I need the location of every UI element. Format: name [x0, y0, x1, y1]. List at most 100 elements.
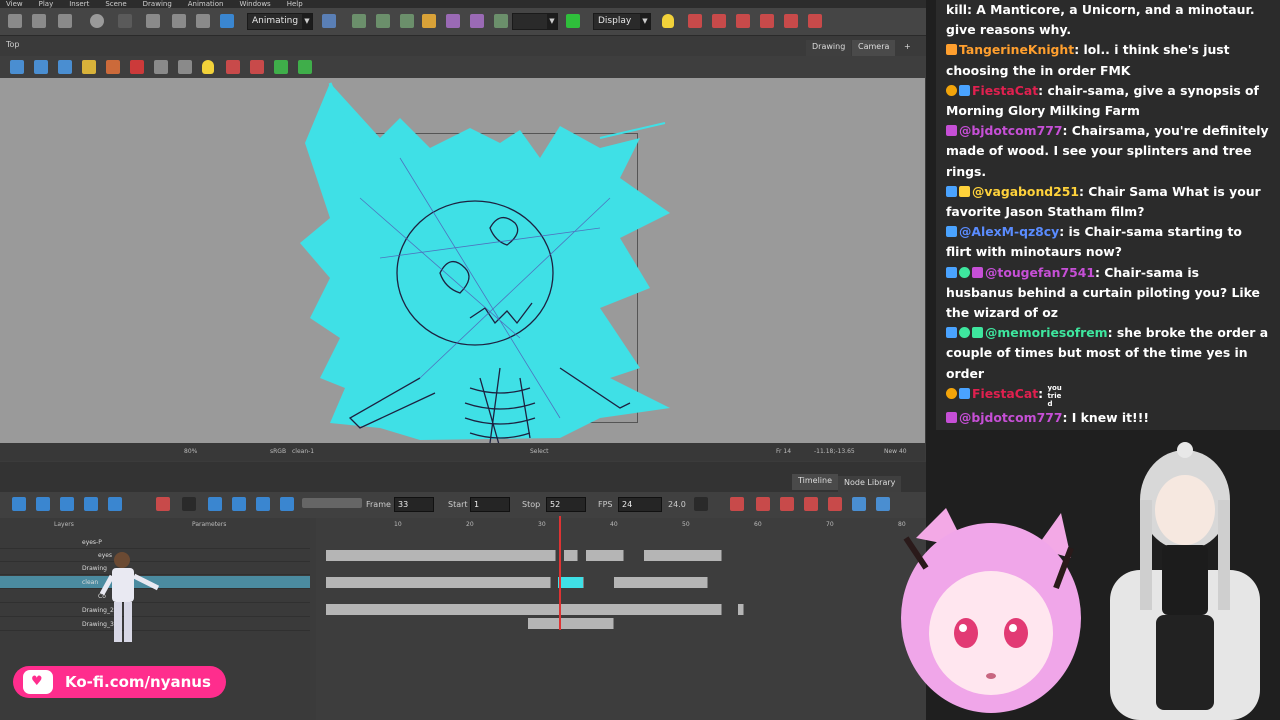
- last-frame-icon[interactable]: [108, 497, 122, 511]
- chat-username[interactable]: FiestaCat: [972, 386, 1038, 401]
- ease-select[interactable]: [694, 497, 708, 511]
- stop-field[interactable]: 52: [546, 497, 586, 512]
- view-tool-icon[interactable]: [10, 60, 24, 74]
- bone-icon[interactable]: [400, 14, 414, 28]
- curve-3-icon[interactable]: [780, 497, 794, 511]
- loop-icon[interactable]: [232, 497, 246, 511]
- eraser-icon[interactable]: [154, 60, 168, 74]
- key-all-icon[interactable]: [784, 14, 798, 28]
- playback-mode-icon[interactable]: [208, 497, 222, 511]
- contour-tool-icon[interactable]: [58, 60, 72, 74]
- next-frame-icon[interactable]: [84, 497, 98, 511]
- sound-icon[interactable]: [256, 497, 270, 511]
- onion-prev-icon[interactable]: [712, 14, 726, 28]
- layout-icon[interactable]: [322, 14, 336, 28]
- start-field[interactable]: 1: [470, 497, 510, 512]
- scene-icon[interactable]: [58, 14, 72, 28]
- paste-icon[interactable]: [196, 14, 210, 28]
- exposure[interactable]: [614, 577, 708, 588]
- save-all-icon[interactable]: [32, 14, 46, 28]
- menu-play[interactable]: Play: [39, 0, 54, 8]
- menu-scene[interactable]: Scene: [105, 0, 126, 8]
- chat-username[interactable]: @bjdotcom777: [959, 123, 1062, 138]
- chat-username[interactable]: @memoriesofrem: [985, 325, 1108, 340]
- onion-green-icon[interactable]: [274, 60, 288, 74]
- onion-key-2-icon[interactable]: [250, 60, 264, 74]
- add-tab-icon[interactable]: +: [898, 40, 917, 56]
- playhead[interactable]: [559, 516, 561, 630]
- light-table-icon[interactable]: [202, 60, 214, 74]
- exposure[interactable]: [644, 550, 722, 561]
- mode-select[interactable]: Animating ▼: [247, 13, 313, 30]
- zoom-readout[interactable]: 80%: [184, 448, 197, 455]
- lightbulb-icon[interactable]: [662, 14, 674, 28]
- pencil-icon[interactable]: [130, 60, 144, 74]
- menu-help[interactable]: Help: [287, 0, 303, 8]
- exposure[interactable]: [528, 618, 614, 629]
- grid-icon[interactable]: [494, 14, 508, 28]
- redo-icon[interactable]: [118, 14, 132, 28]
- copy-icon[interactable]: [172, 14, 186, 28]
- frame-field[interactable]: 33: [394, 497, 434, 512]
- curve-4-icon[interactable]: [804, 497, 818, 511]
- save-icon[interactable]: [8, 14, 22, 28]
- tab-drawing[interactable]: Drawing: [806, 40, 852, 56]
- curve-5-icon[interactable]: [828, 497, 842, 511]
- record-icon[interactable]: [156, 497, 170, 511]
- curve-icon[interactable]: [730, 497, 744, 511]
- onion-green-2-icon[interactable]: [298, 60, 312, 74]
- chat-username[interactable]: @bjdotcom777: [959, 410, 1062, 425]
- deform-icon[interactable]: [446, 14, 460, 28]
- exposure[interactable]: [564, 550, 578, 561]
- exposure[interactable]: [326, 577, 551, 588]
- tab-node-library[interactable]: Node Library: [838, 476, 902, 492]
- exposure[interactable]: [738, 604, 744, 615]
- menu-insert[interactable]: Insert: [69, 0, 89, 8]
- transform-icon[interactable]: [352, 14, 366, 28]
- bounding-box-icon[interactable]: [422, 14, 436, 28]
- onion-next-icon[interactable]: [736, 14, 750, 28]
- tab-timeline[interactable]: Timeline: [792, 474, 839, 490]
- render-icon[interactable]: [566, 14, 580, 28]
- key-reset-icon[interactable]: [808, 14, 822, 28]
- stamp-icon[interactable]: [178, 60, 192, 74]
- chat-username[interactable]: @vagabond251: [972, 184, 1079, 199]
- exposure[interactable]: [586, 550, 624, 561]
- exposure-selected[interactable]: [558, 577, 584, 588]
- node-view-icon[interactable]: [852, 497, 866, 511]
- undo-icon[interactable]: [90, 14, 104, 28]
- chat-username[interactable]: FiestaCat: [972, 83, 1038, 98]
- lock-icon[interactable]: [82, 60, 96, 74]
- chat-username[interactable]: TangerineKnight: [959, 42, 1074, 57]
- play-icon[interactable]: [60, 497, 74, 511]
- menu-drawing[interactable]: Drawing: [143, 0, 172, 8]
- workspace-icon[interactable]: [220, 14, 234, 28]
- cursor-icon[interactable]: [182, 497, 196, 511]
- peg-icon[interactable]: [470, 14, 484, 28]
- onion-skin-icon[interactable]: [688, 14, 702, 28]
- playback-speed-slider[interactable]: [302, 498, 362, 508]
- select-tool-icon[interactable]: [34, 60, 48, 74]
- tab-camera[interactable]: Camera: [852, 40, 896, 56]
- sound-scrub-icon[interactable]: [280, 497, 294, 511]
- first-frame-icon[interactable]: [12, 497, 26, 511]
- brush-icon[interactable]: [106, 60, 120, 74]
- menu-view[interactable]: View: [6, 0, 23, 8]
- display-select[interactable]: Display ▼: [593, 13, 651, 30]
- prev-frame-icon[interactable]: [36, 497, 50, 511]
- exposure[interactable]: [326, 550, 556, 561]
- onion-key-icon[interactable]: [226, 60, 240, 74]
- fps-field[interactable]: 24: [618, 497, 662, 512]
- key-icon[interactable]: [760, 14, 774, 28]
- chat-username[interactable]: @tougefan7541: [985, 265, 1095, 280]
- chat-username[interactable]: @AlexM-qz8cy: [959, 224, 1059, 239]
- cut-icon[interactable]: [146, 14, 160, 28]
- exposure[interactable]: [326, 604, 722, 615]
- menu-animation[interactable]: Animation: [188, 0, 224, 8]
- timeline-frames[interactable]: 10 20 30 40 50 60 70 80: [316, 518, 926, 720]
- camera-viewport[interactable]: [0, 78, 925, 443]
- pivot-icon[interactable]: [376, 14, 390, 28]
- curve-2-icon[interactable]: [756, 497, 770, 511]
- blank-select[interactable]: ▼: [512, 13, 558, 30]
- menu-windows[interactable]: Windows: [239, 0, 270, 8]
